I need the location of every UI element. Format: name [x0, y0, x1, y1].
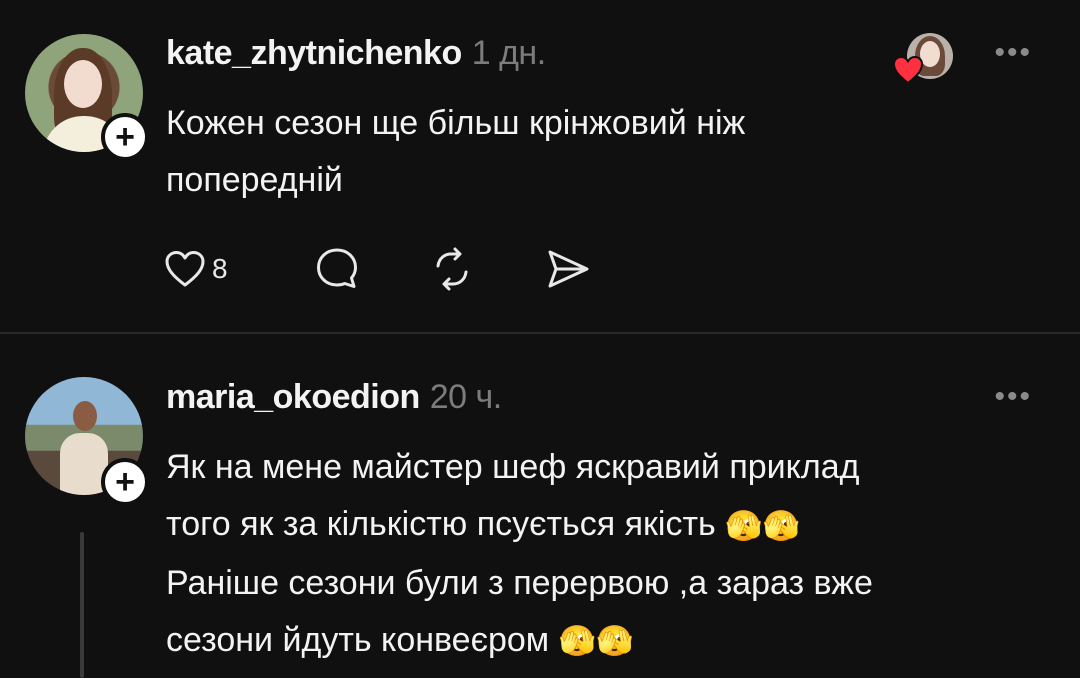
comment-line: Раніше сезони були з перервою ,а зараз в…: [166, 563, 873, 602]
like-button[interactable]: 8: [164, 246, 228, 292]
avatar-face: [64, 60, 102, 108]
comment-icon: [317, 248, 357, 288]
reply-button[interactable]: [314, 246, 360, 292]
face-peeking-emoji: 🫣🫣: [558, 625, 634, 659]
comment-line: Кожен сезон ще більш крінжовий ніж: [166, 104, 746, 142]
send-icon: [548, 250, 589, 288]
more-options-button[interactable]: •••: [994, 36, 1032, 70]
divider: [0, 332, 1080, 334]
username-row: kate_zhytnichenko 1 дн.: [166, 34, 546, 73]
share-button[interactable]: [544, 246, 592, 292]
more-options-button[interactable]: •••: [994, 380, 1032, 414]
follow-button[interactable]: +: [101, 113, 149, 161]
username-row: maria_okoedion 20 ч.: [166, 378, 502, 417]
thread-line: [80, 532, 84, 678]
avatar-face: [73, 401, 97, 431]
comment-line: сезони йдуть конвеєром 🫣🫣: [166, 612, 1026, 671]
follow-button[interactable]: +: [101, 458, 149, 506]
like-count: 8: [212, 253, 228, 284]
username[interactable]: kate_zhytnichenko: [166, 34, 462, 72]
heart-outline-icon: [165, 251, 205, 287]
timestamp: 1 дн.: [471, 34, 546, 72]
repost-icon: [436, 247, 468, 291]
comment-line: того як за кількістю псується якість 🫣🫣: [166, 496, 1026, 555]
repost-button[interactable]: [429, 246, 475, 292]
comment-line: попередній: [166, 161, 343, 199]
comment-item: + kate_zhytnichenko 1 дн. ••• Кожен сезон…: [0, 0, 1080, 333]
comment-text: Кожен сезон ще більш крінжовий ніж попер…: [166, 95, 1026, 209]
heart-icon: [892, 55, 924, 85]
username[interactable]: maria_okoedion: [166, 378, 420, 416]
face-peeking-emoji: 🫣🫣: [725, 509, 800, 543]
comment-line: Як на мене майстер шеф яскравий приклад: [166, 448, 860, 486]
timestamp: 20 ч.: [429, 378, 502, 416]
comment-text: Як на мене майстер шеф яскравий приклад …: [166, 439, 1026, 670]
